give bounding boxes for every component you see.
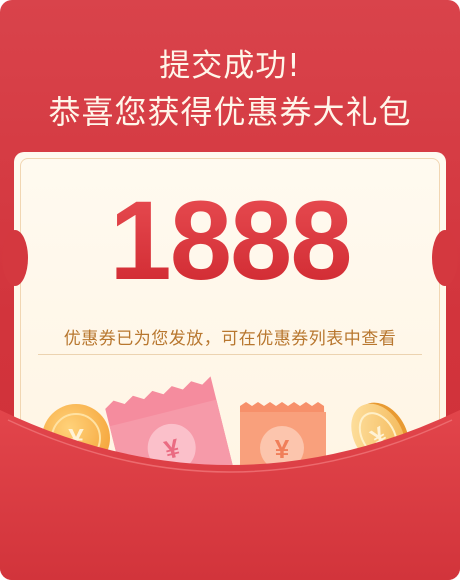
success-title: 提交成功! bbox=[159, 48, 301, 84]
coupon-amount: 1888 bbox=[0, 185, 460, 297]
coupon-hint-text: 优惠券已为您发放，可在优惠券列表中查看 bbox=[63, 329, 397, 349]
hint-divider bbox=[38, 354, 422, 355]
envelope-pocket bbox=[0, 410, 460, 580]
congrats-subtitle: 恭喜您获得优惠券大礼包 bbox=[48, 93, 412, 131]
coupon-success-card: 提交成功! 恭喜您获得优惠券大礼包 1888 优惠券已为您发放，可在优惠券列表中… bbox=[0, 0, 460, 580]
